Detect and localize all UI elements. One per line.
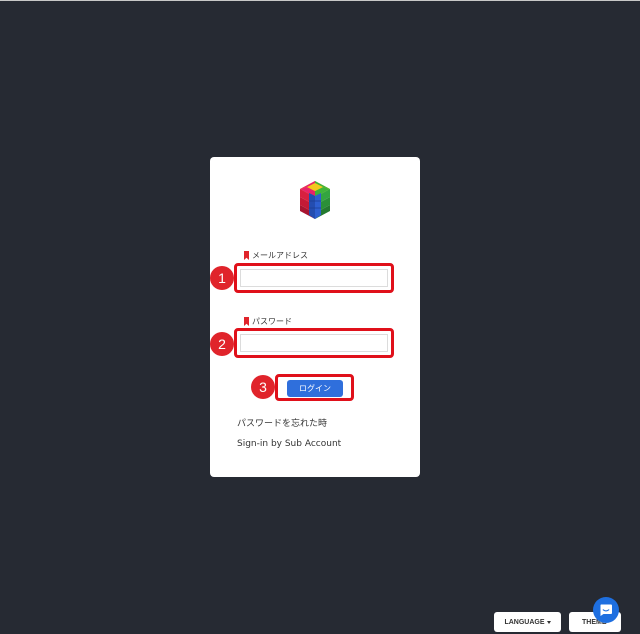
caret-down-icon [546,620,551,624]
annotation-badge-1: 1 [210,266,234,290]
window-top-border [0,0,640,1]
annotation-badge-3: 3 [251,375,275,399]
email-field-highlight [234,263,394,293]
sub-account-signin-link[interactable]: Sign-in by Sub Account [237,439,341,449]
bookmark-icon [244,317,249,326]
language-button[interactable]: LANGUAGE [494,612,561,632]
annotation-badge-2: 2 [210,332,234,356]
password-label: パスワード [244,316,292,327]
login-card: メールアドレス パスワード ログイン パスワードを忘れた時 Sign-in by… [210,157,420,477]
email-label: メールアドレス [244,250,308,261]
chat-bubble-icon [600,604,612,616]
login-button-highlight: ログイン [275,374,354,401]
password-field-highlight [234,328,394,358]
app-logo-icon [300,181,330,219]
forgot-password-link[interactable]: パスワードを忘れた時 [237,416,327,429]
language-button-label: LANGUAGE [504,618,545,626]
email-label-text: メールアドレス [252,251,308,260]
chat-button[interactable] [593,597,619,623]
password-field[interactable] [240,334,388,352]
password-label-text: パスワード [252,317,292,326]
login-button[interactable]: ログイン [287,380,343,397]
bookmark-icon [244,251,249,260]
email-field[interactable] [240,269,388,287]
